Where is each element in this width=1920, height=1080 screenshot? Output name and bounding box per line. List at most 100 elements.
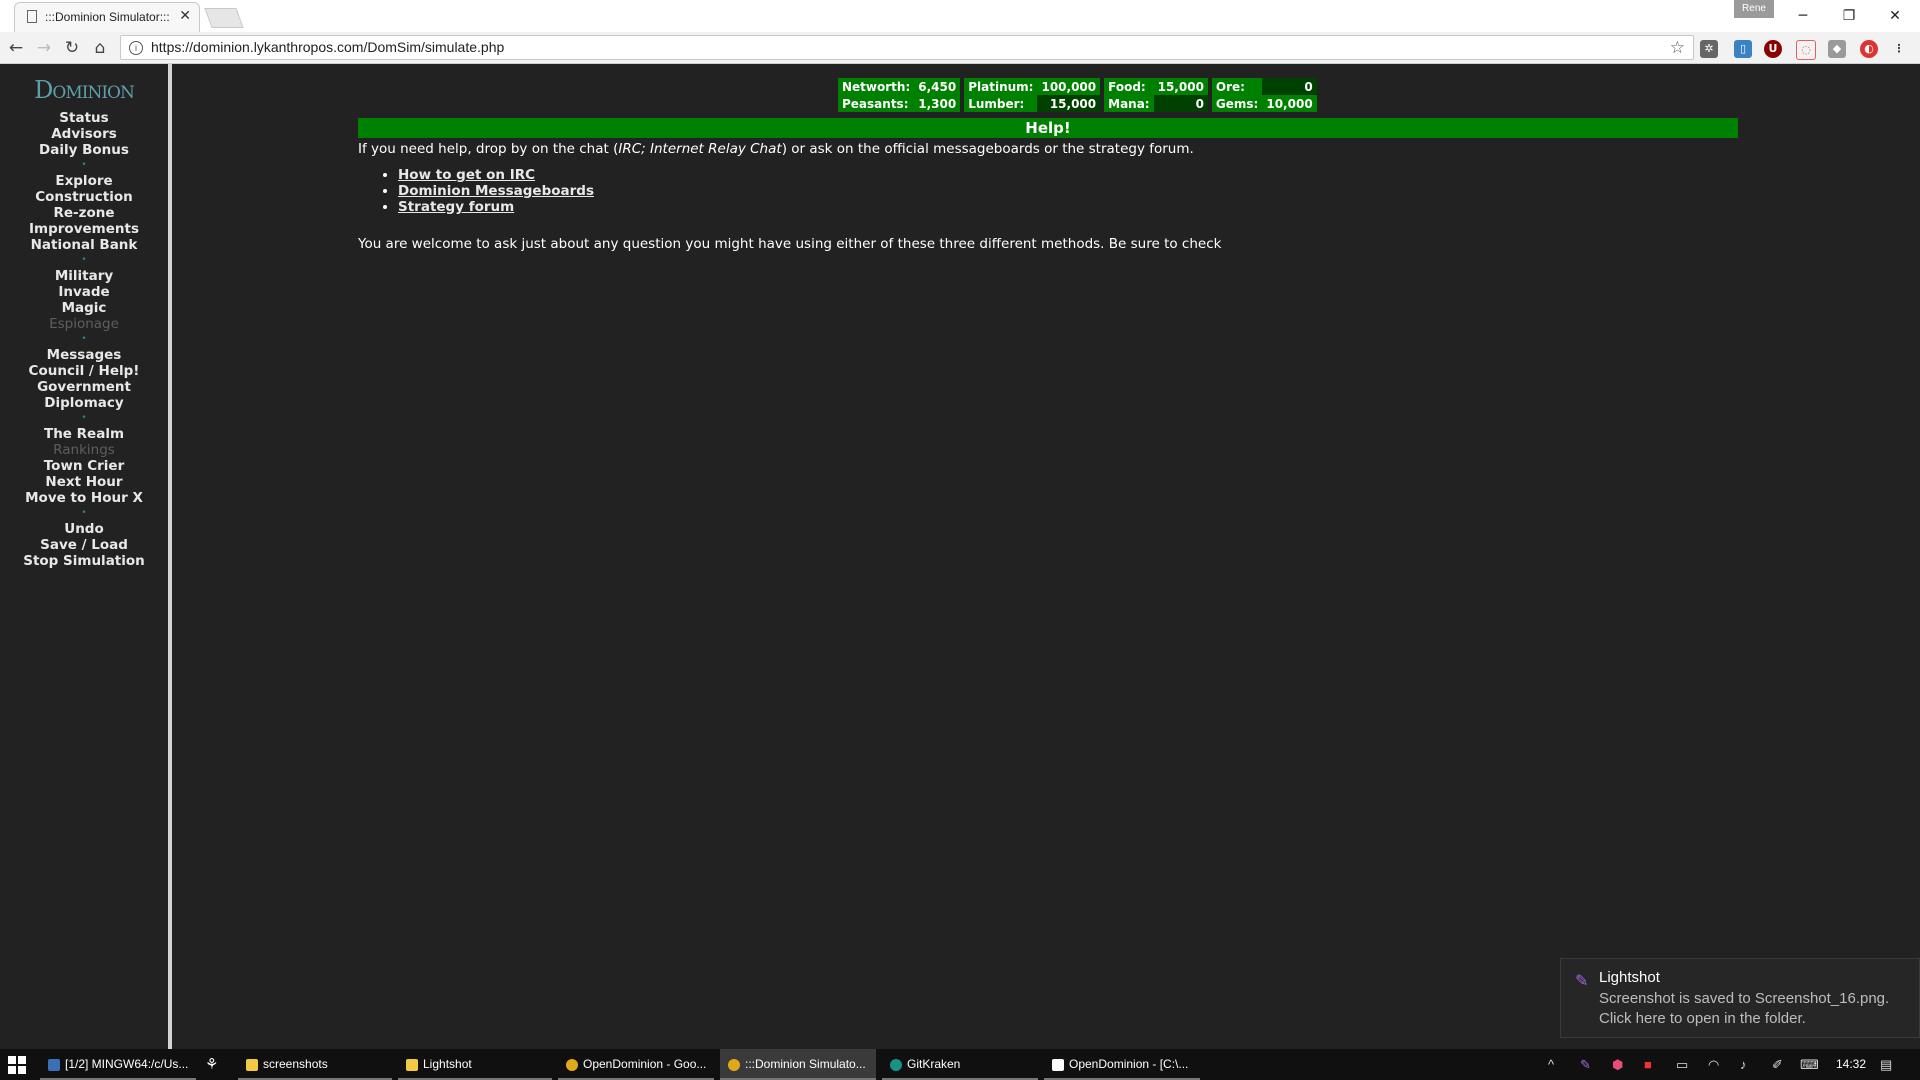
tray-lightshot-icon[interactable]: ✎ [1580, 1057, 1591, 1073]
terminal-icon [48, 1058, 60, 1071]
stat-label: Networth: [838, 78, 915, 95]
notification-body: Screenshot is saved to Screenshot_16.png… [1599, 990, 1890, 1027]
dominion-logo: Dominion [34, 76, 135, 104]
bookmark-star-icon[interactable]: ☆ [1670, 36, 1685, 59]
sidebar-item-next-hour[interactable]: Next Hour [0, 474, 168, 490]
taskbar-item-lightshot[interactable]: Lightshot [398, 1049, 552, 1080]
sidebar-item-national-bank[interactable]: National Bank [0, 237, 168, 253]
extension-gear-icon[interactable]: ✲ [1700, 40, 1718, 58]
sidebar-item-town-crier[interactable]: Town Crier [0, 458, 168, 474]
lightshot-feather-icon: ✎ [1575, 973, 1589, 990]
sidebar-item-status[interactable]: Status [0, 110, 168, 126]
sidebar-item-rezone[interactable]: Re-zone [0, 205, 168, 221]
stat-lumber: 15,000 [1037, 95, 1101, 112]
stat-label: Ore: [1211, 78, 1263, 95]
stat-label: Peasants: [838, 95, 915, 112]
sidebar-item-invade[interactable]: Invade [0, 284, 168, 300]
new-tab-button[interactable] [204, 8, 244, 28]
separator-dot: • [81, 255, 87, 265]
reload-icon[interactable]: ↻ [62, 38, 82, 58]
tray-volume-icon[interactable]: ♪ [1740, 1057, 1747, 1072]
lightshot-notification[interactable]: ✎ Lightshot Screenshot is saved to Scree… [1560, 958, 1920, 1038]
menu-dots-icon[interactable]: ⋮ [1890, 40, 1908, 58]
sidebar-item-government[interactable]: Government [0, 379, 168, 395]
list-item: Dominion Messageboards [398, 183, 594, 199]
tray-keyboard-icon[interactable]: ⌨ [1800, 1057, 1819, 1073]
profile-button[interactable]: Rene [1734, 0, 1774, 18]
page-title: Help! [358, 118, 1738, 138]
notification-title: Lightshot [1599, 969, 1660, 986]
back-icon[interactable]: ← [6, 38, 26, 58]
sidebar-item-save-load[interactable]: Save / Load [0, 537, 168, 553]
tray-wifi-icon[interactable]: ◠ [1708, 1057, 1719, 1073]
forward-icon[interactable]: → [34, 38, 54, 58]
help-outro: You are welcome to ask just about any qu… [358, 236, 1222, 252]
tray-app-icon[interactable]: ⬢ [1612, 1057, 1623, 1073]
tab-title: :::Dominion Simulator::: [45, 10, 170, 24]
home-icon[interactable]: ⌂ [90, 38, 110, 58]
taskbar-item-screenshots[interactable]: screenshots [238, 1049, 392, 1080]
stat-gems: 10,000 [1262, 95, 1317, 112]
irc-link[interactable]: How to get on IRC [398, 167, 535, 183]
chrome-icon [728, 1058, 740, 1071]
taskbar-item-dominion-simulator[interactable]: :::Dominion Simulato... [720, 1049, 876, 1080]
sidebar-item-military[interactable]: Military [0, 268, 168, 284]
taskbar-item-opendominion-chrome[interactable]: OpenDominion - Goo... [558, 1049, 714, 1080]
tray-battery-icon[interactable]: ▭ [1676, 1057, 1688, 1073]
address-bar[interactable]: i https://dominion.lykanthropos.com/DomS… [120, 35, 1694, 60]
sidebar-item-move-to-hour[interactable]: Move to Hour X [0, 490, 168, 506]
resource-stats: Networth: 6,450 Platinum: 100,000 Food: … [838, 78, 1317, 112]
sidebar-item-council-help[interactable]: Council / Help! [0, 363, 168, 379]
tray-chevron-icon[interactable]: ^ [1548, 1057, 1554, 1072]
stat-platinum: 100,000 [1037, 78, 1101, 95]
strategy-forum-link[interactable]: Strategy forum [398, 199, 514, 215]
sidebar-item-stop-simulation[interactable]: Stop Simulation [0, 553, 168, 569]
sidebar-item-explore[interactable]: Explore [0, 173, 168, 189]
url-text: https://dominion.lykanthropos.com/DomSim… [151, 39, 505, 55]
taskbar-item-phpstorm[interactable]: OpenDominion - [C:\... [1044, 1049, 1200, 1080]
separator-dot: • [81, 334, 87, 344]
sidebar-item-diplomacy[interactable]: Diplomacy [0, 395, 168, 411]
tab-close-icon[interactable]: ✕ [179, 8, 191, 24]
stat-networth: 6,450 [914, 78, 961, 95]
stat-ore: 0 [1262, 78, 1317, 95]
stat-mana: 0 [1153, 95, 1208, 112]
restore-icon[interactable]: ❐ [1834, 4, 1864, 28]
taskbar-pinned-icon[interactable]: ⚘ [205, 1049, 227, 1080]
separator-dot: • [81, 508, 87, 518]
ublock-icon[interactable]: U [1764, 40, 1782, 58]
gitkraken-icon [890, 1058, 902, 1071]
windows-start-icon[interactable] [8, 1056, 26, 1074]
action-center-icon[interactable]: ▤ [1880, 1057, 1892, 1073]
extension-shield-icon[interactable]: ◐ [1860, 40, 1878, 58]
separator-dot: • [81, 413, 87, 423]
sidebar-item-construction[interactable]: Construction [0, 189, 168, 205]
sidebar-item-advisors[interactable]: Advisors [0, 126, 168, 142]
sidebar-item-messages[interactable]: Messages [0, 347, 168, 363]
info-icon[interactable]: i [129, 41, 143, 55]
browser-toolbar: ← → ↻ ⌂ i https://dominion.lykanthropos.… [0, 32, 1920, 64]
stat-label: Lumber: [964, 95, 1038, 112]
sidebar-item-improvements[interactable]: Improvements [0, 221, 168, 237]
minimize-icon[interactable]: ─ [1788, 4, 1818, 28]
tray-antivirus-icon[interactable]: ■ [1644, 1057, 1652, 1072]
sidebar: Dominion Status Advisors Daily Bonus • E… [0, 64, 172, 1049]
stat-peasants: 1,300 [914, 95, 961, 112]
extension-blue-icon[interactable]: ▯ [1734, 40, 1752, 58]
sidebar-item-magic[interactable]: Magic [0, 300, 168, 316]
extension-red-icon[interactable]: ◌ [1796, 40, 1816, 60]
sidebar-item-undo[interactable]: Undo [0, 521, 168, 537]
close-window-icon[interactable]: ✕ [1880, 4, 1910, 28]
separator-dot: • [81, 160, 87, 170]
clock[interactable]: 14:32 [1836, 1057, 1866, 1071]
taskbar: [1/2] MINGW64:/c/Us... ⚘ screenshots Lig… [0, 1049, 1920, 1080]
chrome-icon [566, 1058, 578, 1071]
taskbar-item-mingw[interactable]: [1/2] MINGW64:/c/Us... [40, 1049, 196, 1080]
browser-tab[interactable]: :::Dominion Simulator::: ✕ [14, 2, 200, 32]
extension-grey-icon[interactable]: ◆ [1828, 40, 1846, 58]
sidebar-item-daily-bonus[interactable]: Daily Bonus [0, 142, 168, 158]
sidebar-item-the-realm[interactable]: The Realm [0, 426, 168, 442]
taskbar-item-gitkraken[interactable]: GitKraken [882, 1049, 1038, 1080]
tray-pen-icon[interactable]: ✐ [1772, 1057, 1783, 1073]
messageboards-link[interactable]: Dominion Messageboards [398, 183, 594, 199]
